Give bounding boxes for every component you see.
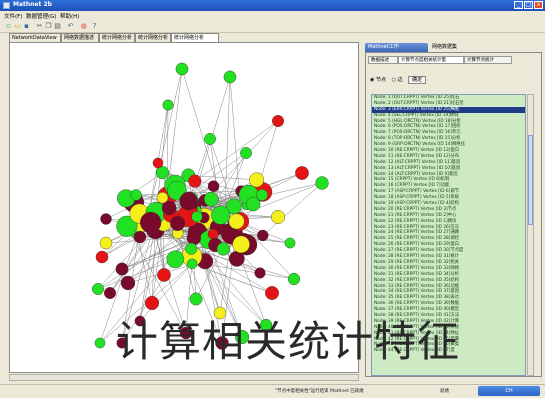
network-node[interactable] <box>176 63 188 75</box>
language-indicator[interactable]: CH <box>478 386 540 396</box>
network-node[interactable] <box>285 238 295 248</box>
new-icon[interactable]: ▫ <box>5 23 12 30</box>
tab-network-description[interactable]: 网络数据描述 <box>61 33 99 42</box>
network-node[interactable] <box>140 212 161 233</box>
network-node[interactable] <box>208 229 218 239</box>
radio-node-icon[interactable]: ◉ <box>370 77 374 83</box>
network-node[interactable] <box>104 287 116 299</box>
tab-analysis-2[interactable]: 统计网络分析 <box>135 33 171 42</box>
app-icon <box>3 2 10 9</box>
network-node[interactable] <box>185 243 197 255</box>
tab-network-data-view[interactable]: NetworkDataView <box>9 33 61 42</box>
help-icon[interactable]: ? <box>91 23 98 30</box>
network-node[interactable] <box>100 237 112 249</box>
network-node[interactable] <box>208 181 219 192</box>
network-node[interactable] <box>157 268 170 281</box>
editor-tabs: NetworkDataView 网络数据描述 统计网络分析 统计网络分析 统计网… <box>9 33 359 42</box>
copy-icon[interactable]: ❐ <box>45 23 52 30</box>
apply-button[interactable]: 确定 <box>408 76 426 84</box>
menu-data[interactable]: 数据管理(G) <box>26 12 57 20</box>
network-node[interactable] <box>233 236 250 253</box>
network-node[interactable] <box>316 177 329 190</box>
network-node[interactable] <box>272 115 284 127</box>
horizontal-scrollbar[interactable] <box>9 374 359 381</box>
cut-icon[interactable]: ✂ <box>36 23 43 30</box>
network-node[interactable] <box>288 273 300 285</box>
network-node[interactable] <box>255 268 266 279</box>
save-icon[interactable]: ▪ <box>23 23 30 30</box>
network-node[interactable] <box>204 133 215 144</box>
network-node[interactable] <box>96 251 108 263</box>
menu-help[interactable]: 帮助(H) <box>60 12 79 20</box>
tab-analysis-active[interactable]: 统计网络分析 <box>171 33 219 42</box>
network-node[interactable] <box>295 166 308 179</box>
menu-file[interactable]: 文件(F) <box>4 12 22 20</box>
network-node[interactable] <box>180 192 198 210</box>
network-node[interactable] <box>116 263 128 275</box>
network-node[interactable] <box>240 147 251 158</box>
network-node[interactable] <box>95 338 105 348</box>
network-node[interactable] <box>257 230 268 241</box>
minimize-button[interactable]: _ <box>514 1 523 9</box>
network-node[interactable] <box>101 214 112 225</box>
network-node[interactable] <box>187 259 197 269</box>
network-node[interactable] <box>162 201 176 215</box>
network-node[interactable] <box>167 251 184 268</box>
status-bar: "节点中度相关性"运行结束 Mathnet 已就绪 就绪 <box>0 384 545 398</box>
network-node[interactable] <box>211 206 229 224</box>
subtab-node-stats[interactable]: 计算节点统计 <box>464 56 512 64</box>
network-node[interactable] <box>153 158 163 168</box>
network-node[interactable] <box>92 283 104 295</box>
undo-icon[interactable]: ↶ <box>67 23 74 30</box>
network-node[interactable] <box>217 243 230 256</box>
tab-analysis-1[interactable]: 统计网络分析 <box>99 33 135 42</box>
tab-mathnet-work[interactable]: Mathnet工作 <box>365 43 428 52</box>
open-icon[interactable]: ▭ <box>14 23 21 30</box>
network-node[interactable] <box>192 211 203 222</box>
tab-network-dataset[interactable]: 网络数据集 <box>429 43 479 52</box>
network-node[interactable] <box>190 293 202 305</box>
network-node[interactable] <box>249 173 264 188</box>
zoom-icon[interactable]: ◍ <box>80 23 87 30</box>
network-node[interactable] <box>204 192 218 206</box>
status-message: "节点中度相关性"运行结束 Mathnet 已就绪 <box>275 388 364 394</box>
title-bar: Mathnet 2b _ □ x <box>0 0 545 11</box>
scroll-thumb[interactable] <box>528 135 533 225</box>
radio-node-label: 节点 <box>376 77 386 83</box>
network-node[interactable] <box>256 189 267 200</box>
network-node[interactable] <box>229 214 245 230</box>
network-node[interactable] <box>131 190 142 201</box>
network-node[interactable] <box>163 100 173 110</box>
close-button[interactable]: x <box>534 1 543 9</box>
radio-row: ◉ 节点 ○ 边 确定 <box>370 76 426 83</box>
network-node[interactable] <box>187 231 201 245</box>
network-node[interactable] <box>134 231 146 243</box>
toolbar: ▫ ▭ ▪ ✂ ❐ ▤ ↶ ◍ ? <box>0 20 545 33</box>
network-node[interactable] <box>271 210 285 224</box>
right-tabs: Mathnet工作 网络数据集 <box>365 43 542 52</box>
window-title: Mathnet 2b <box>13 1 52 8</box>
vertical-scrollbar[interactable] <box>527 94 534 376</box>
network-node[interactable] <box>265 286 278 299</box>
network-node[interactable] <box>188 175 201 188</box>
network-node[interactable] <box>121 276 135 290</box>
radio-edge-label: 边 <box>398 77 403 83</box>
paste-icon[interactable]: ▤ <box>54 23 61 30</box>
overlay-title: 计算相关统计特征 <box>116 308 460 369</box>
network-node[interactable] <box>170 216 185 231</box>
network-node[interactable] <box>224 71 236 83</box>
status-ready: 就绪 <box>440 388 449 394</box>
menu-bar: 文件(F) 数据管理(G) 帮助(H) <box>0 11 545 20</box>
maximize-button[interactable]: □ <box>524 1 533 9</box>
radio-edge-icon[interactable]: ○ <box>392 77 396 83</box>
subtab-data-desc[interactable]: 数据描述 <box>368 56 398 64</box>
subtab-degree-stats[interactable]: 计算节点度相关统计量 <box>398 56 464 64</box>
